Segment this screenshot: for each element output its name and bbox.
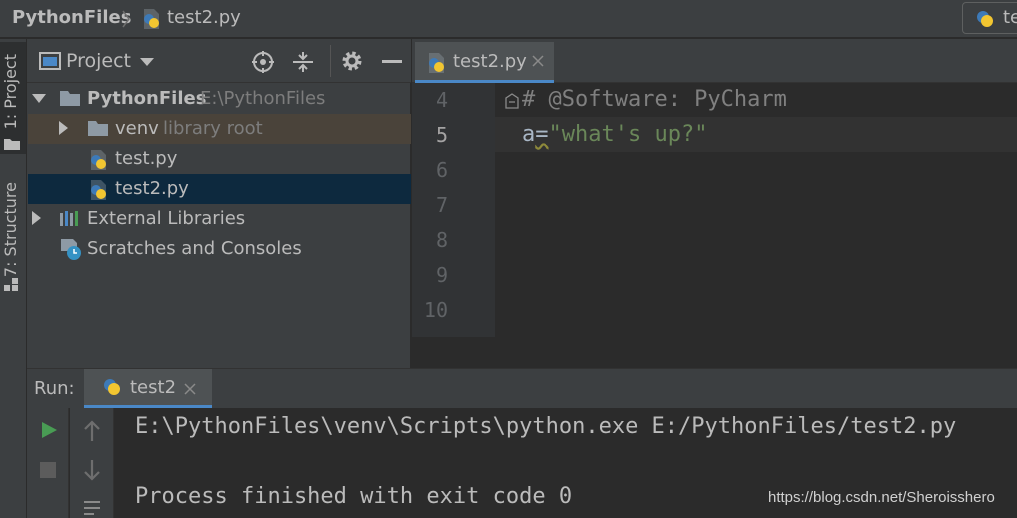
- scratches-icon: [59, 237, 83, 261]
- project-panel-title[interactable]: Project: [66, 50, 131, 72]
- line-number: 10: [423, 298, 448, 322]
- editor-tab-test2[interactable]: test2.py: [415, 42, 554, 83]
- hide-panel-icon[interactable]: [382, 60, 402, 63]
- gear-icon[interactable]: [341, 50, 363, 72]
- fold-marker-icon[interactable]: [505, 93, 519, 109]
- tree-item-label: Scratches and Consoles: [87, 238, 302, 259]
- run-panel-label: Run:: [34, 378, 75, 399]
- structure-icon: [4, 278, 20, 292]
- project-tool-tab-label: 1: Project: [1, 54, 20, 130]
- line-number: 8: [435, 228, 448, 252]
- tree-item-scratches[interactable]: Scratches and Consoles: [28, 234, 411, 264]
- tree-item-label: venv: [115, 118, 159, 139]
- tree-item-path: E:\PythonFiles: [200, 88, 326, 109]
- folder-icon: [59, 89, 81, 107]
- locate-file-icon[interactable]: [251, 50, 275, 74]
- arrow-up-icon[interactable]: [83, 420, 101, 442]
- structure-tool-tab[interactable]: 7: Structure: [0, 178, 26, 296]
- console-command: E:\PythonFiles\venv\Scripts\python.exe E…: [135, 414, 957, 439]
- python-file-icon: [89, 179, 109, 201]
- python-file-icon: [89, 149, 109, 171]
- project-view-icon: [39, 52, 61, 70]
- run-configuration-selector[interactable]: te: [962, 2, 1017, 34]
- code-string: "what's up?": [548, 122, 708, 147]
- breadcrumb-project[interactable]: PythonFiles: [12, 7, 131, 28]
- python-icon: [975, 9, 995, 29]
- line-number: 9: [435, 263, 448, 287]
- tree-item-test2-py[interactable]: test2.py: [28, 174, 411, 204]
- close-icon[interactable]: [184, 383, 196, 395]
- collapse-all-icon[interactable]: [291, 50, 315, 74]
- tree-item-label: test2.py: [115, 178, 189, 199]
- run-configuration-label: te: [1003, 7, 1017, 28]
- close-icon[interactable]: [532, 55, 544, 67]
- console-exit-message: Process finished with exit code 0: [135, 484, 573, 509]
- arrow-down-icon[interactable]: [83, 459, 101, 481]
- tree-item-external-libraries[interactable]: External Libraries: [28, 204, 411, 234]
- library-icon: [59, 209, 81, 227]
- python-icon: [102, 377, 122, 397]
- folder-icon: [3, 137, 21, 151]
- editor-empty-area: [412, 337, 1017, 368]
- code-operator: =: [535, 122, 549, 147]
- tree-item-label: PythonFiles: [87, 88, 207, 109]
- breadcrumb-file[interactable]: test2.py: [167, 7, 241, 28]
- tree-item-test-py[interactable]: test.py: [28, 144, 411, 174]
- tree-item-venv[interactable]: venv library root: [28, 114, 411, 144]
- code-variable: a: [522, 122, 536, 147]
- line-number: 4: [435, 88, 448, 112]
- python-file-icon: [141, 8, 161, 30]
- tree-item-hint: library root: [163, 118, 263, 139]
- rerun-icon[interactable]: [40, 421, 58, 439]
- expanded-arrow-icon[interactable]: [32, 94, 46, 104]
- code-statement: a="what's up?": [522, 122, 707, 147]
- chevron-right-icon: [120, 9, 132, 29]
- tree-item-pythonfiles[interactable]: PythonFiles E:\PythonFiles: [28, 84, 411, 114]
- project-tool-tab[interactable]: 1: Project: [0, 42, 26, 154]
- stop-icon[interactable]: [39, 461, 57, 479]
- soft-wrap-icon[interactable]: [83, 500, 101, 518]
- python-file-icon: [427, 52, 447, 74]
- line-number: 6: [435, 158, 448, 182]
- line-number: 7: [435, 193, 448, 217]
- run-tab-test2[interactable]: test2: [84, 369, 212, 408]
- collapsed-arrow-icon[interactable]: [32, 211, 42, 225]
- collapsed-arrow-icon[interactable]: [59, 121, 69, 135]
- editor-tab-label: test2.py: [453, 51, 527, 72]
- structure-tool-tab-label: 7: Structure: [1, 182, 20, 278]
- line-number-current: 5: [435, 123, 448, 147]
- toolbar-divider: [330, 45, 331, 77]
- dropdown-arrow-icon[interactable]: [140, 58, 154, 67]
- watermark: https://blog.csdn.net/Sheroisshero: [768, 489, 995, 506]
- code-comment: # @Software: PyCharm: [522, 87, 787, 112]
- tree-item-label: External Libraries: [87, 208, 246, 229]
- folder-icon: [87, 119, 109, 137]
- run-tab-label: test2: [130, 377, 177, 398]
- tree-item-label: test.py: [115, 148, 178, 169]
